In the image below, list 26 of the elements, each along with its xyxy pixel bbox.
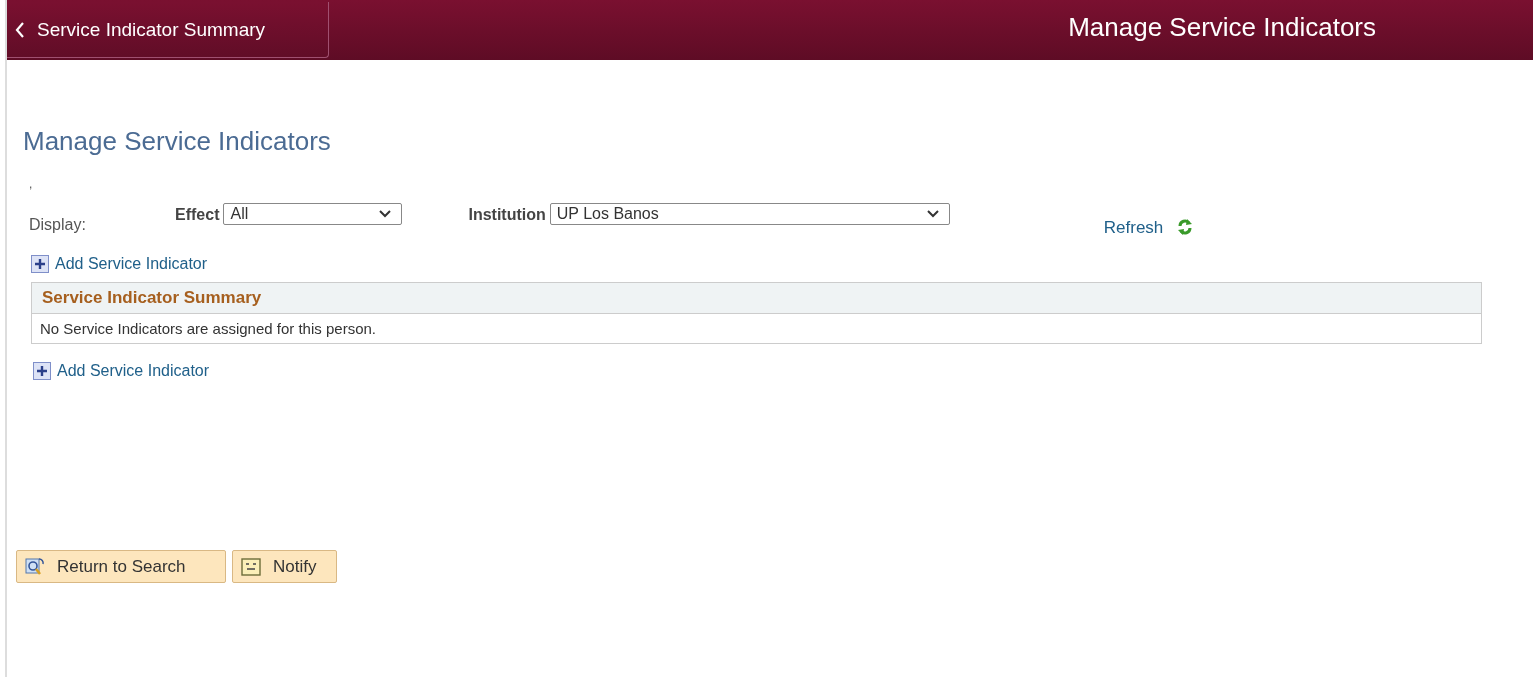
chevron-left-icon [15,21,25,38]
page-header-title: Manage Service Indicators [1068,11,1376,43]
display-label: Display: [29,216,87,234]
refresh-link[interactable]: Refresh [1103,218,1164,238]
plus-icon [31,255,49,273]
filter-label: Institution [468,206,546,224]
dropdown-field[interactable]: All [223,203,403,225]
dropdown-field[interactable]: UP Los Banos [549,203,950,225]
refresh-icon[interactable] [1177,218,1194,236]
filter-label: Effect [175,206,220,224]
link-text[interactable]: Add Service Indicator [57,362,210,380]
toolbar-button[interactable]: Return to Search [16,550,226,583]
plus-icon [33,362,51,380]
stray-mark: , [29,177,34,191]
link-text[interactable]: Add Service Indicator [55,255,208,273]
chevron-down-icon [379,210,392,218]
magnifier-icon [25,556,45,577]
add-service-indicator-link[interactable]: Add Service Indicator [31,255,1533,273]
toolbar-button[interactable]: Notify [232,550,337,583]
chevron-down-icon [926,210,939,218]
note-icon [241,557,261,576]
page-title: Manage Service Indicators [23,126,332,157]
grid-header: Service Indicator Summary [32,283,1481,314]
add-service-indicator-link[interactable]: Add Service Indicator [33,362,1533,380]
grid-message: No Service Indicators are assigned for this person. [39,319,377,339]
back-button[interactable]: Service Indicator Summary [7,2,329,58]
